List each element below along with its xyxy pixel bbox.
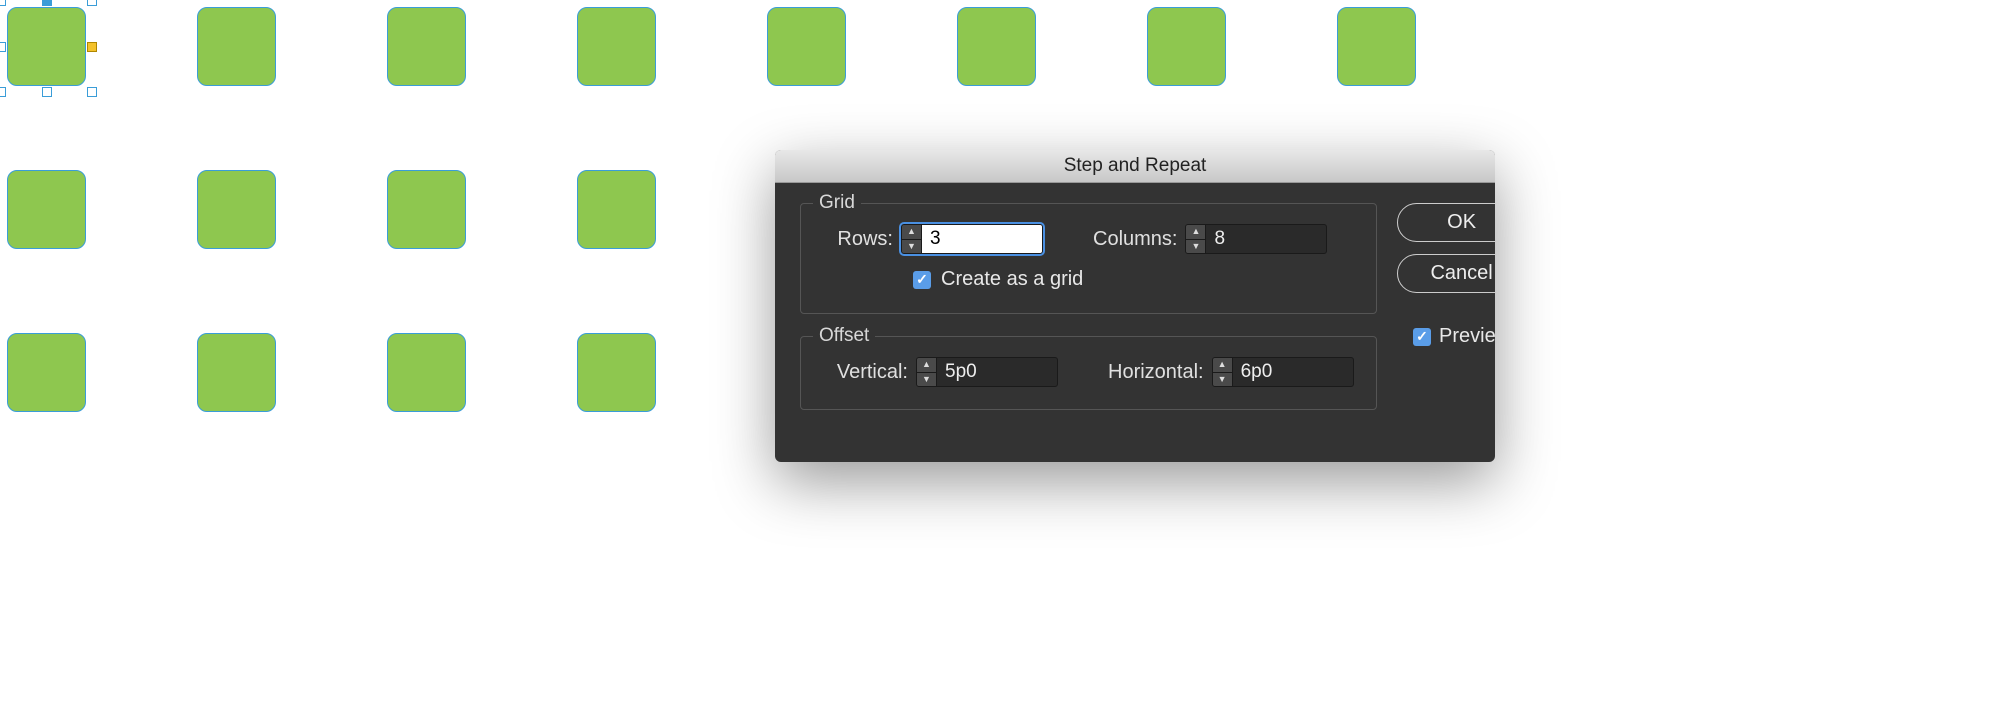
selection-handle-bl[interactable] [0,87,6,97]
rows-input[interactable] [922,225,1042,253]
vertical-input[interactable] [937,358,1057,386]
selection-handle-mr[interactable] [87,42,97,52]
columns-stepper[interactable]: ▲ ▼ [1185,224,1327,254]
canvas-square[interactable] [7,333,86,412]
vertical-stepper[interactable]: ▲ ▼ [916,357,1058,387]
rows-step-up-icon[interactable]: ▲ [902,225,921,240]
selection-handle-tl[interactable] [0,0,6,6]
canvas-square[interactable] [767,7,846,86]
selection-handle-ml[interactable] [0,42,6,52]
canvas-square[interactable] [387,7,466,86]
horizontal-label: Horizontal: [1108,361,1204,384]
preview-checkbox[interactable]: ✓ [1413,328,1431,346]
columns-input[interactable] [1206,225,1326,253]
horizontal-step-up-icon[interactable]: ▲ [1213,358,1232,373]
horizontal-input[interactable] [1233,358,1353,386]
canvas-square[interactable] [7,7,86,86]
cancel-button[interactable]: Cancel [1397,254,1495,293]
grid-fieldset: Grid Rows: ▲ ▼ Columns: [800,203,1377,314]
selection-handle-tm[interactable] [42,0,52,6]
horizontal-stepper[interactable]: ▲ ▼ [1212,357,1354,387]
rows-label: Rows: [823,228,893,251]
columns-label: Columns: [1093,228,1177,251]
canvas-square[interactable] [197,170,276,249]
selection-handle-bm[interactable] [42,87,52,97]
vertical-label: Vertical: [823,361,908,384]
canvas-square[interactable] [197,333,276,412]
selection-handle-tr[interactable] [87,0,97,6]
canvas-square[interactable] [197,7,276,86]
canvas-square[interactable] [387,170,466,249]
rows-step-down-icon[interactable]: ▼ [902,240,921,254]
canvas-square[interactable] [1337,7,1416,86]
preview-label[interactable]: Preview [1439,325,1495,348]
ok-button[interactable]: OK [1397,203,1495,242]
vertical-step-down-icon[interactable]: ▼ [917,373,936,387]
step-and-repeat-dialog: Step and Repeat Grid Rows: ▲ ▼ [775,150,1495,462]
vertical-step-up-icon[interactable]: ▲ [917,358,936,373]
columns-step-up-icon[interactable]: ▲ [1186,225,1205,240]
canvas-square[interactable] [577,333,656,412]
canvas-square[interactable] [1147,7,1226,86]
canvas-square[interactable] [577,170,656,249]
dialog-title: Step and Repeat [775,150,1495,183]
grid-legend: Grid [813,192,861,214]
create-as-grid-label[interactable]: Create as a grid [941,268,1083,291]
offset-legend: Offset [813,325,875,347]
canvas-square[interactable] [7,170,86,249]
create-as-grid-checkbox[interactable]: ✓ [913,271,931,289]
horizontal-step-down-icon[interactable]: ▼ [1213,373,1232,387]
offset-fieldset: Offset Vertical: ▲ ▼ Horizontal [800,336,1377,410]
columns-step-down-icon[interactable]: ▼ [1186,240,1205,254]
rows-stepper[interactable]: ▲ ▼ [901,224,1043,254]
canvas-square[interactable] [957,7,1036,86]
canvas-square[interactable] [577,7,656,86]
selection-handle-br[interactable] [87,87,97,97]
canvas-square[interactable] [387,333,466,412]
